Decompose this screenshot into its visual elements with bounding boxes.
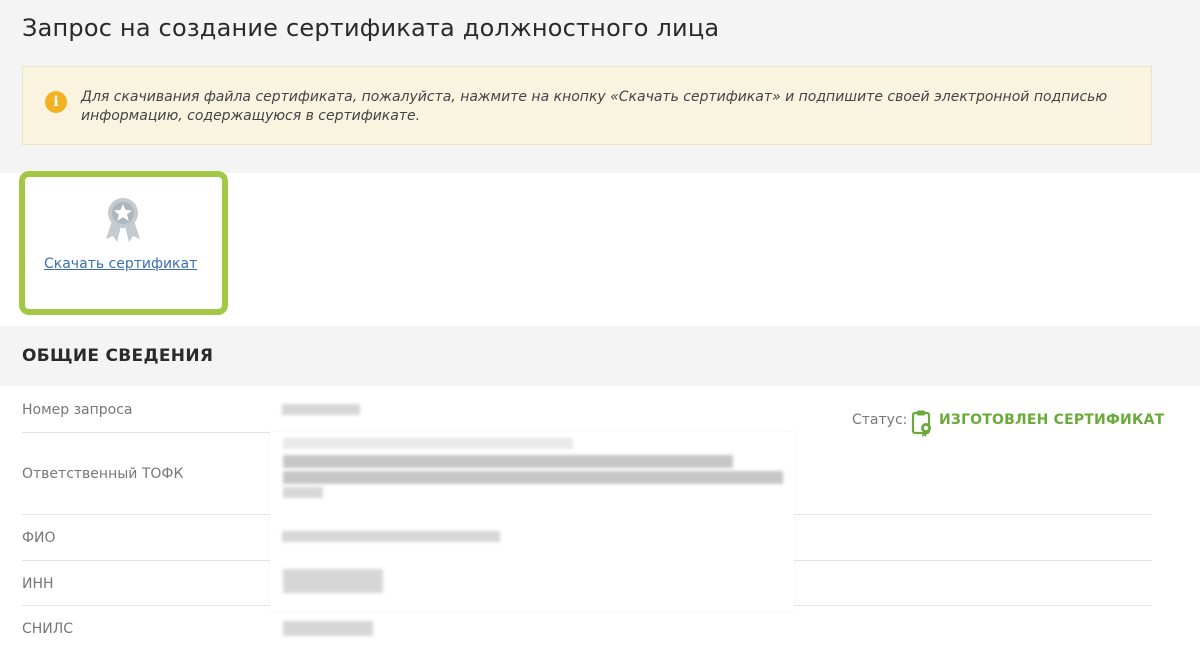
redacted-request-number: [282, 404, 360, 415]
redacted-full-name: [282, 531, 500, 542]
field-label-tofk: Ответственный ТОФК: [22, 466, 184, 482]
certificate-clipboard-icon: [911, 410, 931, 437]
redacted-tofk-line-2: [283, 471, 783, 484]
row-divider: [794, 605, 1152, 606]
field-label-full-name: ФИО: [22, 530, 56, 546]
field-label-inn: ИНН: [22, 576, 54, 592]
field-label-request-number: Номер запроса: [22, 402, 133, 418]
status-value: ИЗГОТОВЛЕН СЕРТИФИКАТ: [939, 412, 1165, 428]
field-label-snils: СНИЛС: [22, 621, 74, 637]
info-message-text: Для скачивания файла сертификата, пожалу…: [81, 89, 1108, 124]
redacted-tofk-line-0: [283, 438, 573, 449]
info-message: i Для скачивания файла сертификата, пожа…: [22, 66, 1152, 145]
download-certificate-link[interactable]: Скачать сертификат: [44, 256, 197, 272]
redacted-tofk-line-1: [283, 455, 733, 468]
row-divider: [22, 560, 270, 561]
certificate-badge-icon: [106, 198, 140, 242]
page-title: Запрос на создание сертификата должностн…: [22, 14, 720, 42]
info-icon: i: [45, 91, 67, 113]
row-divider: [22, 605, 270, 606]
row-divider: [794, 514, 1152, 515]
certificate-download-card[interactable]: Скачать сертификат: [19, 171, 228, 315]
row-divider: [794, 560, 1152, 561]
redacted-inn: [283, 569, 383, 593]
row-divider: [22, 514, 270, 515]
general-info-section-header: ОБЩИЕ СВЕДЕНИЯ: [0, 326, 1200, 386]
header-area: Запрос на создание сертификата должностн…: [0, 0, 1200, 173]
status-label: Статус:: [852, 412, 908, 428]
section-title: ОБЩИЕ СВЕДЕНИЯ: [22, 346, 214, 366]
row-divider: [22, 432, 270, 433]
redacted-snils: [283, 621, 373, 636]
redacted-tofk-line-3: [283, 487, 323, 498]
